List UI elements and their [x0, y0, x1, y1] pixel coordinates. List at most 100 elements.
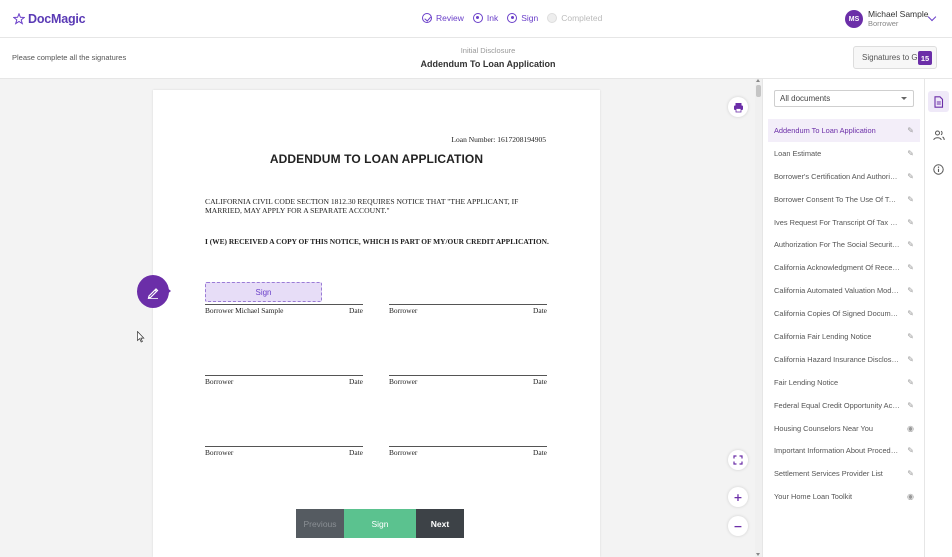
pencil-icon[interactable]: ✎ [907, 172, 914, 181]
info-tab[interactable] [928, 159, 949, 180]
print-button[interactable] [728, 97, 748, 117]
signatures-to-go-label: Signatures to Go [862, 53, 923, 62]
chevron-down-icon[interactable] [927, 12, 937, 22]
document-list-item-label: Settlement Services Provider List [774, 469, 883, 479]
document-list-item-label: Ives Request For Transcript Of Tax Ret..… [774, 217, 900, 227]
document-list-item[interactable]: California Automated Valuation Model ...… [768, 279, 920, 302]
radio-dot-icon [507, 13, 518, 23]
previous-button[interactable]: Previous [296, 509, 344, 538]
document-list-item-label: Loan Estimate [774, 148, 822, 158]
progress-steps: Review Ink Sign Completed [422, 13, 611, 23]
pencil-icon[interactable]: ✎ [907, 149, 914, 158]
document-list-item-label: Important Information About Procedur... [774, 446, 900, 456]
signatures-to-go-button[interactable]: Signatures to Go 15 [853, 46, 937, 69]
zoom-out-button[interactable]: − [728, 516, 748, 536]
signature-line [205, 304, 363, 305]
pencil-icon[interactable]: ✎ [907, 469, 914, 478]
step-sign: Sign [507, 13, 538, 23]
document-list-item-label: Your Home Loan Toolkit [774, 492, 853, 502]
signature-line [205, 446, 363, 447]
users-icon [932, 130, 945, 141]
zoom-in-button[interactable]: + [728, 487, 748, 507]
document-viewer: Loan Number: 1617208194905 ADDENDUM TO L… [0, 79, 762, 557]
loan-number: Loan Number: 1617208194905 [451, 135, 546, 144]
pencil-icon[interactable]: ✎ [907, 218, 914, 227]
documents-tab[interactable] [928, 91, 949, 112]
signature-label: Borrower Michael Sample [205, 306, 284, 315]
document-list-item-label: Fair Lending Notice [774, 377, 839, 387]
info-icon [933, 164, 944, 175]
document-list-item-label: California Fair Lending Notice [774, 331, 872, 341]
scrollbar-thumb[interactable] [756, 85, 761, 97]
scroll-up-icon[interactable] [756, 79, 760, 82]
signature-label: Borrower [205, 377, 234, 386]
document-subtitle: Initial Disclosure [460, 46, 516, 55]
eye-icon[interactable]: ◉ [907, 424, 914, 433]
pencil-icon[interactable]: ✎ [907, 401, 914, 410]
document-list-item-label: Federal Equal Credit Opportunity Act N..… [774, 400, 900, 410]
document-list-item[interactable]: California Fair Lending Notice ✎ [768, 325, 920, 348]
document-list-item[interactable]: California Copies Of Signed Documents ✎ [768, 302, 920, 325]
step-completed-label: Completed [561, 13, 603, 23]
date-label: Date [349, 377, 363, 386]
star-logo-icon [13, 13, 25, 25]
signature-line [389, 446, 547, 447]
document-list-item[interactable]: Loan Estimate ✎ [768, 142, 920, 165]
document-icon [934, 95, 944, 108]
docmagic-logo[interactable]: DocMagic [13, 12, 86, 26]
pencil-icon[interactable]: ✎ [907, 195, 914, 204]
document-list-item[interactable]: Borrower's Certification And Authorizat.… [768, 165, 920, 188]
sign-here-field[interactable]: Sign [205, 282, 322, 302]
document-list-item-label: California Automated Valuation Model ... [774, 286, 900, 296]
step-review: Review [422, 13, 464, 23]
document-filter-select[interactable]: All documents [774, 90, 914, 107]
document-list-item-label: Authorization For The Social Security A.… [774, 240, 900, 250]
step-ink-label: Ink [486, 13, 499, 23]
next-button[interactable]: Next [416, 509, 464, 538]
participants-tab[interactable] [928, 125, 949, 146]
pencil-icon[interactable]: ✎ [907, 126, 914, 135]
pencil-icon[interactable]: ✎ [907, 240, 914, 249]
pencil-icon[interactable]: ✎ [907, 446, 914, 455]
mouse-cursor-icon [137, 331, 145, 343]
document-list-item-label: California Copies Of Signed Documents [774, 309, 900, 319]
document-list-item[interactable]: Ives Request For Transcript Of Tax Ret..… [768, 211, 920, 234]
date-label: Date [533, 306, 547, 315]
date-label: Date [533, 448, 547, 457]
document-list-item[interactable]: Housing Counselors Near You ◉ [768, 417, 920, 440]
notice-text: CALIFORNIA CIVIL CODE SECTION 1812.30 RE… [205, 197, 519, 215]
document-list: Addendum To Loan Application ✎ Loan Estima… [768, 119, 920, 508]
document-list-item-label: Borrower's Certification And Authorizat.… [774, 171, 900, 181]
scroll-down-icon[interactable] [756, 553, 760, 556]
document-list-item-label: California Acknowledgment Of Receipt ... [774, 263, 900, 273]
document-list-item[interactable]: California Acknowledgment Of Receipt ...… [768, 256, 920, 279]
document-list-item[interactable]: Federal Equal Credit Opportunity Act N..… [768, 394, 920, 417]
user-menu[interactable]: MS Michael Sample Borrower [845, 9, 928, 29]
pencil-icon[interactable]: ✎ [907, 332, 914, 341]
eye-icon[interactable]: ◉ [907, 492, 914, 501]
document-list-item[interactable]: Important Information About Procedur... ✎ [768, 439, 920, 462]
pencil-icon[interactable]: ✎ [907, 378, 914, 387]
cloud-icon [547, 13, 558, 23]
signature-line [389, 304, 547, 305]
document-list-item[interactable]: Addendum To Loan Application ✎ [768, 119, 920, 142]
expand-icon [733, 455, 743, 465]
document-list-item[interactable]: Authorization For The Social Security A.… [768, 233, 920, 256]
viewer-scrollbar[interactable] [755, 79, 762, 557]
avatar: MS [845, 10, 863, 28]
document-list-item[interactable]: Settlement Services Provider List ✎ [768, 462, 920, 485]
sign-pen-button[interactable] [137, 275, 171, 308]
sub-header: Please complete all the signatures Initi… [0, 38, 952, 79]
document-list-item[interactable]: California Hazard Insurance Disclosure ✎ [768, 348, 920, 371]
sign-button[interactable]: Sign [344, 509, 416, 538]
document-list-item[interactable]: Your Home Loan Toolkit ◉ [768, 485, 920, 508]
document-list-item[interactable]: Borrower Consent To The Use Of Tax R... ✎ [768, 188, 920, 211]
printer-icon [733, 102, 743, 112]
document-list-panel: All documents Addendum To Loan Applicati… [762, 79, 924, 557]
fullscreen-button[interactable] [728, 450, 748, 470]
pencil-icon[interactable]: ✎ [907, 263, 914, 272]
pencil-icon[interactable]: ✎ [907, 286, 914, 295]
document-list-item[interactable]: Fair Lending Notice ✎ [768, 371, 920, 394]
pencil-icon[interactable]: ✎ [907, 309, 914, 318]
pencil-icon[interactable]: ✎ [907, 355, 914, 364]
